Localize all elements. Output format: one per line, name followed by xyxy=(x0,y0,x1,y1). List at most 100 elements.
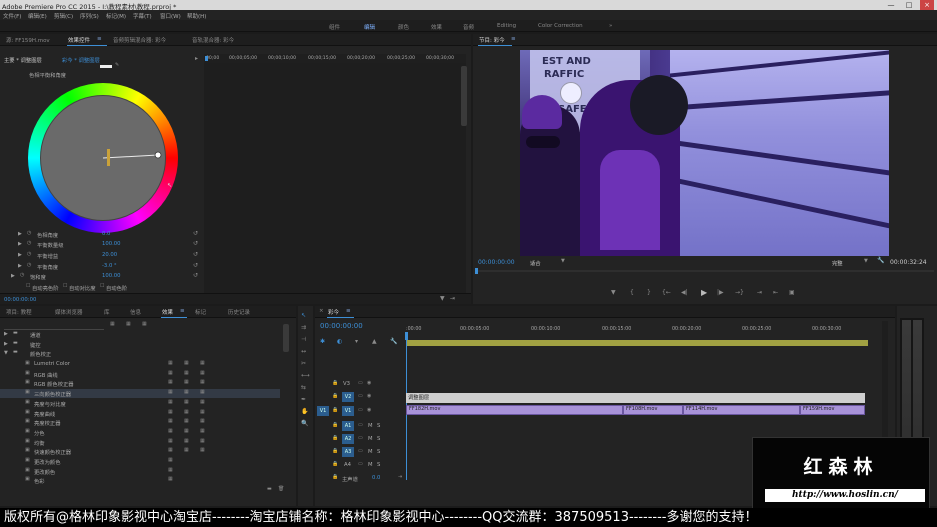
track-a3-toggle[interactable]: A3 xyxy=(342,447,354,457)
track-v1-toggle[interactable]: V1 xyxy=(342,406,354,416)
reset-icon[interactable]: ↺ xyxy=(193,252,198,258)
filter-icon[interactable]: ▼ xyxy=(440,296,445,302)
rate-stretch-tool-icon[interactable]: ↔ xyxy=(301,349,306,355)
menu-marker[interactable]: 标记(M) xyxy=(106,12,126,20)
tab-menu-icon[interactable]: ≡ xyxy=(180,308,185,314)
workspace-color-correction[interactable]: Color Correction xyxy=(538,23,583,29)
tab-sequence[interactable]: 彩今 xyxy=(328,308,339,316)
timeline-playhead[interactable] xyxy=(405,332,408,340)
tab-source[interactable]: 源: FF159H.mov xyxy=(6,36,50,44)
track-a2-toggle[interactable]: A2 xyxy=(342,434,354,444)
lock-icon[interactable]: 🔒 xyxy=(332,381,338,386)
effects-search-input[interactable] xyxy=(4,322,104,330)
sync-lock-icon[interactable]: ▭ xyxy=(358,394,363,399)
expand-triangle-icon[interactable]: ▶ xyxy=(18,241,22,247)
solo-button[interactable]: S xyxy=(377,436,380,442)
mute-button[interactable]: M xyxy=(368,462,373,468)
slip-tool-icon[interactable]: ⟷ xyxy=(301,373,310,379)
effect-list-item[interactable]: ▣ RGB 曲线 ▦ ▦ ▦ xyxy=(0,370,280,379)
sync-lock-icon[interactable]: ▭ xyxy=(358,408,363,413)
video-clip[interactable]: FF114H.mov xyxy=(683,405,800,415)
effect-list-item[interactable]: ▣ 三向颜色校正器 ▦ ▦ ▦ xyxy=(0,389,280,399)
chevron-down-icon[interactable]: ▼ xyxy=(864,259,868,264)
video-clip[interactable]: FF182H.mov xyxy=(406,405,623,415)
program-playhead[interactable] xyxy=(475,268,478,274)
effect-list-item[interactable]: ▣ Lumetri Color ▦ ▦ ▦ xyxy=(0,360,280,369)
effect-list-item[interactable]: ▣ 均衡 ▦ ▦ ▦ xyxy=(0,438,280,447)
stopwatch-icon[interactable]: ◷ xyxy=(27,263,31,268)
track-select-tool-icon[interactable]: ⇉ xyxy=(301,325,306,331)
video-clip[interactable]: FF108H.mov xyxy=(623,405,683,415)
lock-icon[interactable]: 🔒 xyxy=(332,475,338,480)
tab-project[interactable]: 项目: 教程 xyxy=(6,308,32,316)
lock-icon[interactable]: 🔒 xyxy=(332,423,338,428)
delete-icon[interactable]: 🗑 xyxy=(278,487,284,492)
folder-channel[interactable]: 通道 xyxy=(30,331,41,339)
effect-list-item[interactable]: ▣ 亮度校正器 ▦ ▦ ▦ xyxy=(0,418,280,428)
master-clip-label[interactable]: 主要 * 调整图层 xyxy=(4,56,42,64)
expand-triangle-icon[interactable]: ▶ xyxy=(4,341,8,347)
program-timecode[interactable]: 00:00:00:00 xyxy=(478,259,515,266)
sequence-clip-label[interactable]: 彩今 * 调整图层 xyxy=(62,56,100,64)
reset-icon[interactable]: ↺ xyxy=(193,241,198,247)
snap-icon[interactable]: ✱ xyxy=(320,339,325,345)
eye-icon[interactable]: ◉ xyxy=(367,408,371,413)
lock-icon[interactable]: 🔒 xyxy=(332,449,338,454)
lock-icon[interactable]: 🔒 xyxy=(332,408,338,413)
maximize-button[interactable]: □ xyxy=(902,0,916,10)
folder-keying[interactable]: 键控 xyxy=(30,341,41,349)
menu-sequence[interactable]: 序列(S) xyxy=(80,12,99,20)
folder-color-correction[interactable]: 颜色校正 xyxy=(30,350,51,358)
button-editor-icon[interactable]: ▣ xyxy=(789,290,795,296)
export-icon[interactable]: ⇥ xyxy=(450,296,455,302)
effect-list-item[interactable]: ▣ 亮度与对比度 ▦ ▦ ▦ xyxy=(0,399,280,408)
menu-edit[interactable]: 编辑(E) xyxy=(28,12,47,20)
work-area-bar[interactable] xyxy=(406,340,868,346)
tab-libraries[interactable]: 库 xyxy=(104,308,110,316)
tab-menu-icon[interactable]: ≡ xyxy=(511,36,516,42)
tab-menu-icon[interactable]: ≡ xyxy=(97,36,102,42)
lock-icon[interactable]: 🔒 xyxy=(332,394,338,399)
tab-markers[interactable]: 标记 xyxy=(195,308,206,316)
reset-icon[interactable]: ↺ xyxy=(193,231,198,237)
color-wheel-indicator[interactable] xyxy=(28,83,178,233)
minimize-button[interactable]: — xyxy=(884,0,898,10)
lock-icon[interactable]: 🔒 xyxy=(332,462,338,467)
close-tab-icon[interactable]: × xyxy=(319,308,324,314)
collapse-triangle-icon[interactable]: ▼ xyxy=(4,350,8,356)
tab-menu-icon[interactable]: ≡ xyxy=(346,308,351,314)
effect-timeline-ruler[interactable]: 00;00 00;00;05;00 00;00;10;00 00;00;15;0… xyxy=(204,54,466,63)
timeline-timecode[interactable]: 00:00:00:00 xyxy=(320,322,363,330)
mute-button[interactable]: M xyxy=(368,449,373,455)
new-folder-icon[interactable]: ▬ xyxy=(267,487,272,492)
checkbox-icon[interactable]: ☐ xyxy=(26,284,30,289)
effect-controls-scrollbar[interactable] xyxy=(461,66,467,126)
adjustment-layer-clip[interactable]: 调整图层 xyxy=(406,393,865,403)
pen-tool-icon[interactable]: ✒ xyxy=(301,397,306,403)
slide-tool-icon[interactable]: ⇆ xyxy=(301,385,306,391)
track-v2-toggle[interactable]: V2 xyxy=(342,392,354,402)
workspace-assembly[interactable]: 组件 xyxy=(329,23,340,31)
source-v1-toggle[interactable]: V1 xyxy=(317,406,329,416)
param-hue-angle-value[interactable]: 0.0 xyxy=(102,231,110,237)
mute-button[interactable]: M xyxy=(368,423,373,429)
video-clip[interactable]: FF159H.mov xyxy=(800,405,865,415)
checkbox-icon[interactable]: ☐ xyxy=(63,284,67,289)
eye-icon[interactable]: ◉ xyxy=(367,381,371,386)
sync-lock-icon[interactable]: ▭ xyxy=(358,436,363,441)
razor-tool-icon[interactable]: ✂ xyxy=(301,361,306,367)
step-forward-button[interactable]: |▶ xyxy=(717,290,724,296)
playhead-marker[interactable] xyxy=(205,56,208,61)
fit-dropdown[interactable]: 适合 xyxy=(530,259,541,267)
extract-button[interactable]: ⇤ xyxy=(773,290,778,296)
effect-controls-timecode[interactable]: 00:00:00:00 xyxy=(4,297,36,303)
hand-tool-icon[interactable]: ✋ xyxy=(301,409,308,415)
ripple-edit-tool-icon[interactable]: ⊣ xyxy=(301,337,306,343)
add-marker-icon[interactable]: ▾ xyxy=(355,339,358,345)
reset-icon[interactable]: ↺ xyxy=(193,263,198,269)
tab-history[interactable]: 历史记录 xyxy=(228,308,250,316)
tab-effect-controls[interactable]: 效果控件 xyxy=(68,36,90,44)
lift-button[interactable]: ⇥ xyxy=(757,290,762,296)
mark-in-button[interactable]: { xyxy=(630,290,634,296)
sync-lock-icon[interactable]: ▭ xyxy=(358,423,363,428)
